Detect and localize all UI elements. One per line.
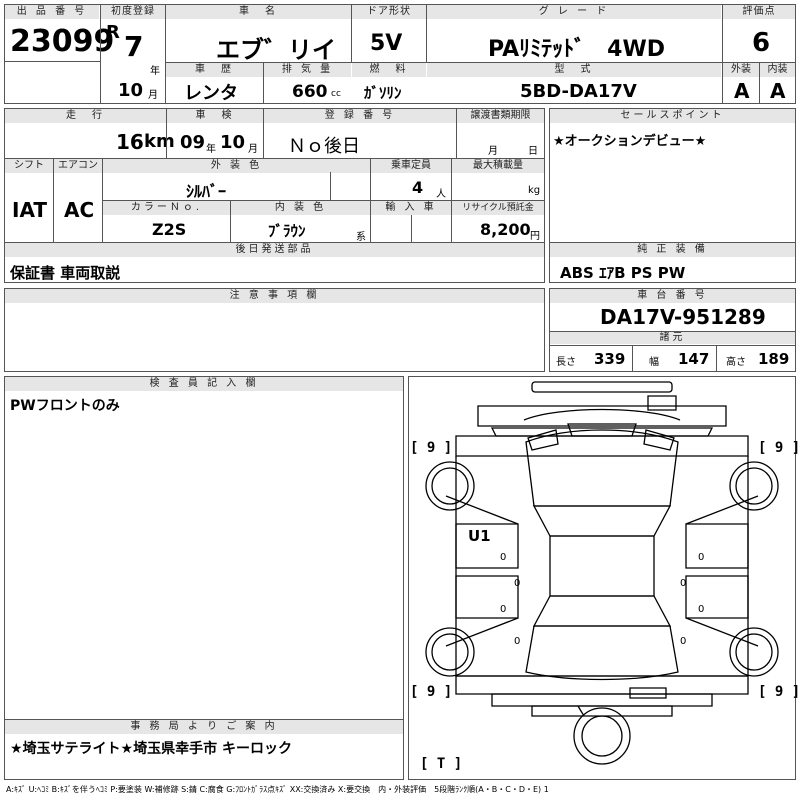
inspection-month-unit: 月 bbox=[248, 144, 258, 155]
capacity-unit: 人 bbox=[436, 189, 446, 200]
zero-mark: 0 bbox=[500, 604, 507, 615]
equipment-label: 純 正 装 備 bbox=[550, 243, 795, 257]
grade: PAﾘﾐﾃｯﾄﾞ 4WD bbox=[488, 37, 665, 62]
inspection-year: 09 bbox=[180, 132, 206, 153]
interior-suffix: 系 bbox=[356, 232, 366, 243]
width: 147 bbox=[678, 350, 710, 368]
height: 189 bbox=[758, 350, 790, 368]
int-label: 内装 bbox=[760, 63, 795, 77]
length-label: 長さ bbox=[556, 357, 576, 368]
capacity: 4 bbox=[412, 178, 424, 197]
office-text: ★埼玉サテライト★埼玉県幸手市 キーロック bbox=[10, 741, 292, 757]
tire-rear-left: [ 9 ] bbox=[410, 684, 453, 700]
history-label: 車 歴 bbox=[166, 63, 263, 77]
zero-mark: 0 bbox=[514, 636, 521, 647]
shift-label: シフト bbox=[5, 159, 53, 173]
inspection-label: 車 検 bbox=[167, 109, 263, 123]
zero-mark: 0 bbox=[680, 636, 687, 647]
recycle-label: リサイクル預託金 bbox=[452, 201, 544, 215]
damage-mark: U1 bbox=[468, 527, 491, 545]
car-diagram bbox=[425, 381, 779, 765]
transfer-label: 譲渡書類期限 bbox=[457, 109, 544, 123]
inspection-year-unit: 年 bbox=[206, 144, 216, 155]
tire-rear-right: [ 9 ] bbox=[758, 684, 800, 700]
first-reg-label: 初度登録 bbox=[101, 5, 165, 19]
interior-color: ﾌﾞﾗｳﾝ bbox=[268, 222, 306, 240]
displacement-label: 排 気 量 bbox=[264, 63, 351, 77]
notes-label: 注 意 事 項 欄 bbox=[5, 289, 544, 303]
zero-mark: 0 bbox=[698, 552, 705, 563]
color-label: 外 装 色 bbox=[103, 159, 370, 173]
width-label: 幅 bbox=[649, 357, 659, 368]
lot-no-label: 出 品 番 号 bbox=[5, 5, 99, 19]
ac-label: エアコン bbox=[54, 159, 102, 173]
later-parts: 保証書 車両取説 bbox=[10, 264, 121, 282]
recycle-fee: 8,200 bbox=[480, 220, 531, 239]
transfer-month: 月 bbox=[488, 146, 498, 157]
fuel: ｶﾞｿﾘﾝ bbox=[364, 84, 402, 102]
grade-label: グ レ ー ド bbox=[427, 5, 721, 19]
mileage-label: 走 行 bbox=[5, 109, 166, 123]
reg-year: 7 bbox=[124, 30, 144, 63]
legend: A:ｷｽﾞ U:ﾍｺﾐ B:ｷｽﾞを伴うﾍｺﾐ P:要塗装 W:補修跡 S:錆 … bbox=[6, 785, 549, 794]
zero-mark: 0 bbox=[698, 604, 705, 615]
ac: AC bbox=[64, 198, 95, 222]
reg-month-unit: 月 bbox=[148, 90, 158, 101]
color: ｼﾙﾊﾞｰ bbox=[186, 182, 227, 201]
plate: Ｎｏ後日 bbox=[288, 136, 360, 157]
inspector-text: PWフロントのみ bbox=[10, 398, 120, 414]
zero-mark: 0 bbox=[680, 578, 687, 589]
displacement: 660 bbox=[292, 82, 328, 102]
equipment: ABS ｴｱB PS PW bbox=[560, 264, 686, 282]
lot-number: 23099 bbox=[10, 24, 115, 59]
length: 339 bbox=[594, 350, 626, 368]
tire-front-right: [ 9 ] bbox=[758, 440, 800, 456]
spare-tire: [ T ] bbox=[420, 756, 463, 772]
ext-label: 外装 bbox=[723, 63, 759, 77]
chassis-label: 車 台 番 号 bbox=[550, 289, 795, 303]
capacity-label: 乗車定員 bbox=[371, 159, 451, 173]
reg-month: 10 bbox=[118, 80, 144, 101]
import-label: 輸 入 車 bbox=[371, 201, 451, 215]
interior-color-label: 内 装 色 bbox=[231, 201, 370, 215]
load-unit: kg bbox=[528, 185, 541, 196]
int-grade: A bbox=[770, 79, 786, 103]
tire-front-left: [ 9 ] bbox=[410, 440, 453, 456]
office-label: 事 務 局 よ り ご 案 内 bbox=[5, 720, 403, 734]
inspection-month: 10 bbox=[220, 132, 246, 153]
era: R bbox=[106, 22, 120, 43]
history: レンタ bbox=[184, 83, 238, 104]
inspector-label: 検 査 員 記 入 欄 bbox=[5, 377, 403, 391]
reg-year-unit: 年 bbox=[150, 66, 160, 77]
shift: IAT bbox=[12, 198, 48, 222]
door-label: ドア形状 bbox=[352, 5, 426, 19]
model: 5BD-DA17V bbox=[520, 81, 637, 102]
zero-mark: 0 bbox=[514, 578, 521, 589]
car-name: エブ゛リイ bbox=[216, 36, 336, 64]
recycle-unit: 円 bbox=[530, 231, 540, 242]
mileage-unit: km bbox=[144, 131, 175, 152]
color-no: Z2S bbox=[152, 220, 187, 239]
model-label: 型 式 bbox=[427, 63, 721, 77]
later-parts-label: 後日発送部品 bbox=[5, 243, 544, 257]
spec-label: 諸元 bbox=[550, 332, 795, 344]
zero-mark: 0 bbox=[500, 552, 507, 563]
fuel-label: 燃 料 bbox=[352, 63, 426, 77]
car-name-label: 車 名 bbox=[166, 5, 351, 19]
sales-label: セールスポイント bbox=[550, 109, 795, 123]
score-label: 評価点 bbox=[723, 5, 795, 19]
displacement-unit: cc bbox=[331, 89, 341, 99]
sales-point: ★オークションデビュー★ bbox=[553, 134, 707, 149]
ext-grade: A bbox=[734, 79, 750, 103]
door-type: 5V bbox=[370, 31, 403, 56]
score: 6 bbox=[752, 28, 771, 58]
mileage: 16 bbox=[116, 130, 144, 154]
transfer-day: 日 bbox=[528, 146, 538, 157]
plate-label: 登 録 番 号 bbox=[264, 109, 456, 123]
height-label: 高さ bbox=[726, 357, 746, 368]
color-no-label: カラーＮｏ. bbox=[103, 201, 230, 215]
load-label: 最大積載量 bbox=[452, 159, 544, 173]
chassis-number: DA17V-951289 bbox=[600, 305, 766, 329]
